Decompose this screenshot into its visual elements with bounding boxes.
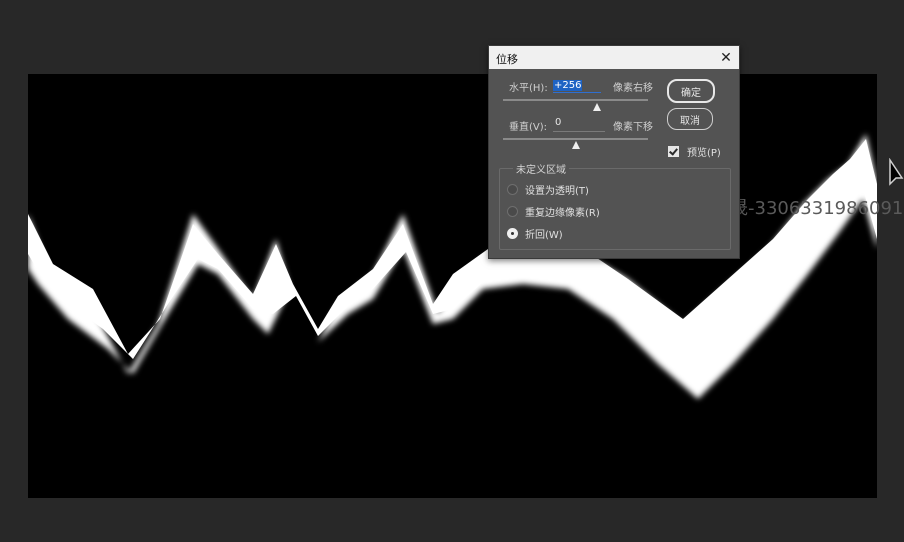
radio-icon[interactable]	[507, 228, 518, 239]
radio-icon[interactable]	[507, 184, 518, 195]
horizontal-slider-thumb[interactable]	[593, 103, 602, 111]
horizontal-slider-track[interactable]	[503, 99, 648, 101]
radio-wrap-around[interactable]: 折回(W)	[507, 226, 563, 241]
vertical-slider-track[interactable]	[503, 138, 648, 140]
vertical-input[interactable]: 0	[553, 117, 605, 132]
horizontal-value: +256	[553, 80, 583, 91]
photoshop-workspace: 黄晟-3306331986091 位移 ✕ 水平(H): +256 像素右移 垂…	[0, 0, 904, 542]
dialog-title: 位移	[496, 53, 518, 66]
preview-label: 预览(P)	[687, 148, 721, 159]
vertical-label: 垂直(V):	[509, 122, 548, 133]
document-canvas[interactable]	[28, 74, 877, 498]
radio-icon[interactable]	[507, 206, 518, 217]
horizontal-label: 水平(H):	[509, 83, 548, 94]
radio-label: 重复边缘像素(R)	[525, 208, 600, 219]
watermark-text: 黄晟-3306331986091	[712, 198, 904, 219]
horizontal-unit: 像素右移	[613, 83, 653, 94]
radio-set-transparent[interactable]: 设置为透明(T)	[507, 182, 589, 197]
radio-label: 设置为透明(T)	[525, 186, 589, 197]
vertical-slider-thumb[interactable]	[571, 141, 580, 149]
vertical-unit: 像素下移	[613, 122, 653, 133]
vertical-value: 0	[555, 117, 562, 128]
cancel-button[interactable]: 取消	[667, 108, 713, 130]
cursor-arrow-icon	[888, 157, 904, 192]
radio-repeat-edge-pixels[interactable]: 重复边缘像素(R)	[507, 204, 600, 219]
ok-button[interactable]: 确定	[667, 79, 715, 103]
horizontal-input[interactable]: +256	[553, 78, 601, 93]
radio-label: 折回(W)	[525, 230, 563, 241]
offset-dialog: 位移 ✕ 水平(H): +256 像素右移 垂直(V): 0 像素下移 确定 取…	[488, 45, 740, 259]
close-icon[interactable]: ✕	[713, 46, 739, 69]
canvas-artwork	[28, 134, 877, 399]
undefined-area-title: 未定义区域	[513, 161, 569, 176]
checkbox-checked-icon[interactable]	[668, 146, 679, 157]
dialog-titlebar[interactable]: 位移 ✕	[489, 46, 739, 69]
preview-option[interactable]: 预览(P)	[668, 144, 721, 159]
